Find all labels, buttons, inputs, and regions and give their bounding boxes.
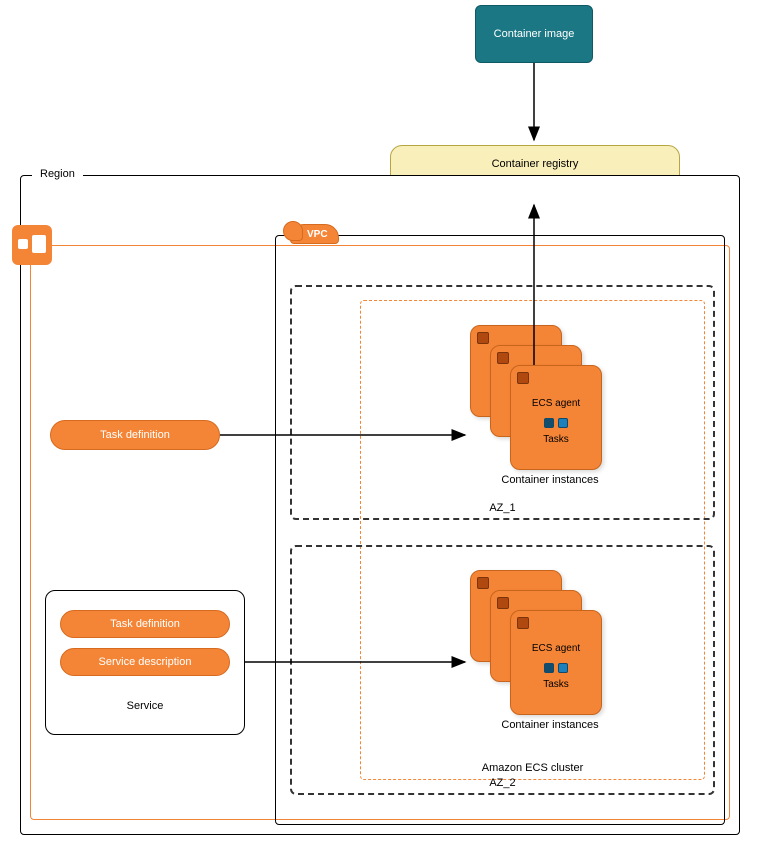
card-square-icon [477,577,489,589]
registry-title: Container registry [492,157,579,172]
container-image-box: Container image [475,5,593,63]
az1-label: AZ_1 [290,502,715,514]
container-image-label: Container image [494,28,575,40]
task-icon [558,663,568,673]
vpc-label: VPC [307,229,328,240]
az1-container-card-front: ECS agent Tasks [510,365,602,470]
region-label: Region [32,168,83,180]
card-square-icon [497,597,509,609]
az2-label: AZ_2 [290,777,715,789]
az1-ecs-agent-label: ECS agent [511,398,601,409]
task-icon [558,418,568,428]
az2-ecs-agent-label: ECS agent [511,643,601,654]
service-label: Service [45,700,245,712]
vpc-badge: VPC [290,224,339,244]
az2-tasks-label: Tasks [511,679,601,690]
task-def-1-label: Task definition [100,429,170,441]
az1-tasks-label: Tasks [511,434,601,445]
card-square-icon [477,332,489,344]
az1-tasks-icons [544,418,568,428]
task-definition-pill-1: Task definition [50,420,220,450]
task-icon [544,418,554,428]
task-definition-pill-2: Task definition [60,610,230,638]
service-desc-label: Service description [99,656,192,668]
service-description-pill: Service description [60,648,230,676]
task-def-2-label: Task definition [110,618,180,630]
card-square-icon [517,372,529,384]
card-square-icon [497,352,509,364]
az2-container-instances-label: Container instances [470,719,630,731]
az2-tasks-icons [544,663,568,673]
task-icon [544,663,554,673]
ecs-service-icon [12,225,52,265]
az1-container-instances-label: Container instances [470,474,630,486]
az2-container-card-front: ECS agent Tasks [510,610,602,715]
diagram-canvas: Container image Container registry (Amaz… [0,0,757,850]
card-square-icon [517,617,529,629]
